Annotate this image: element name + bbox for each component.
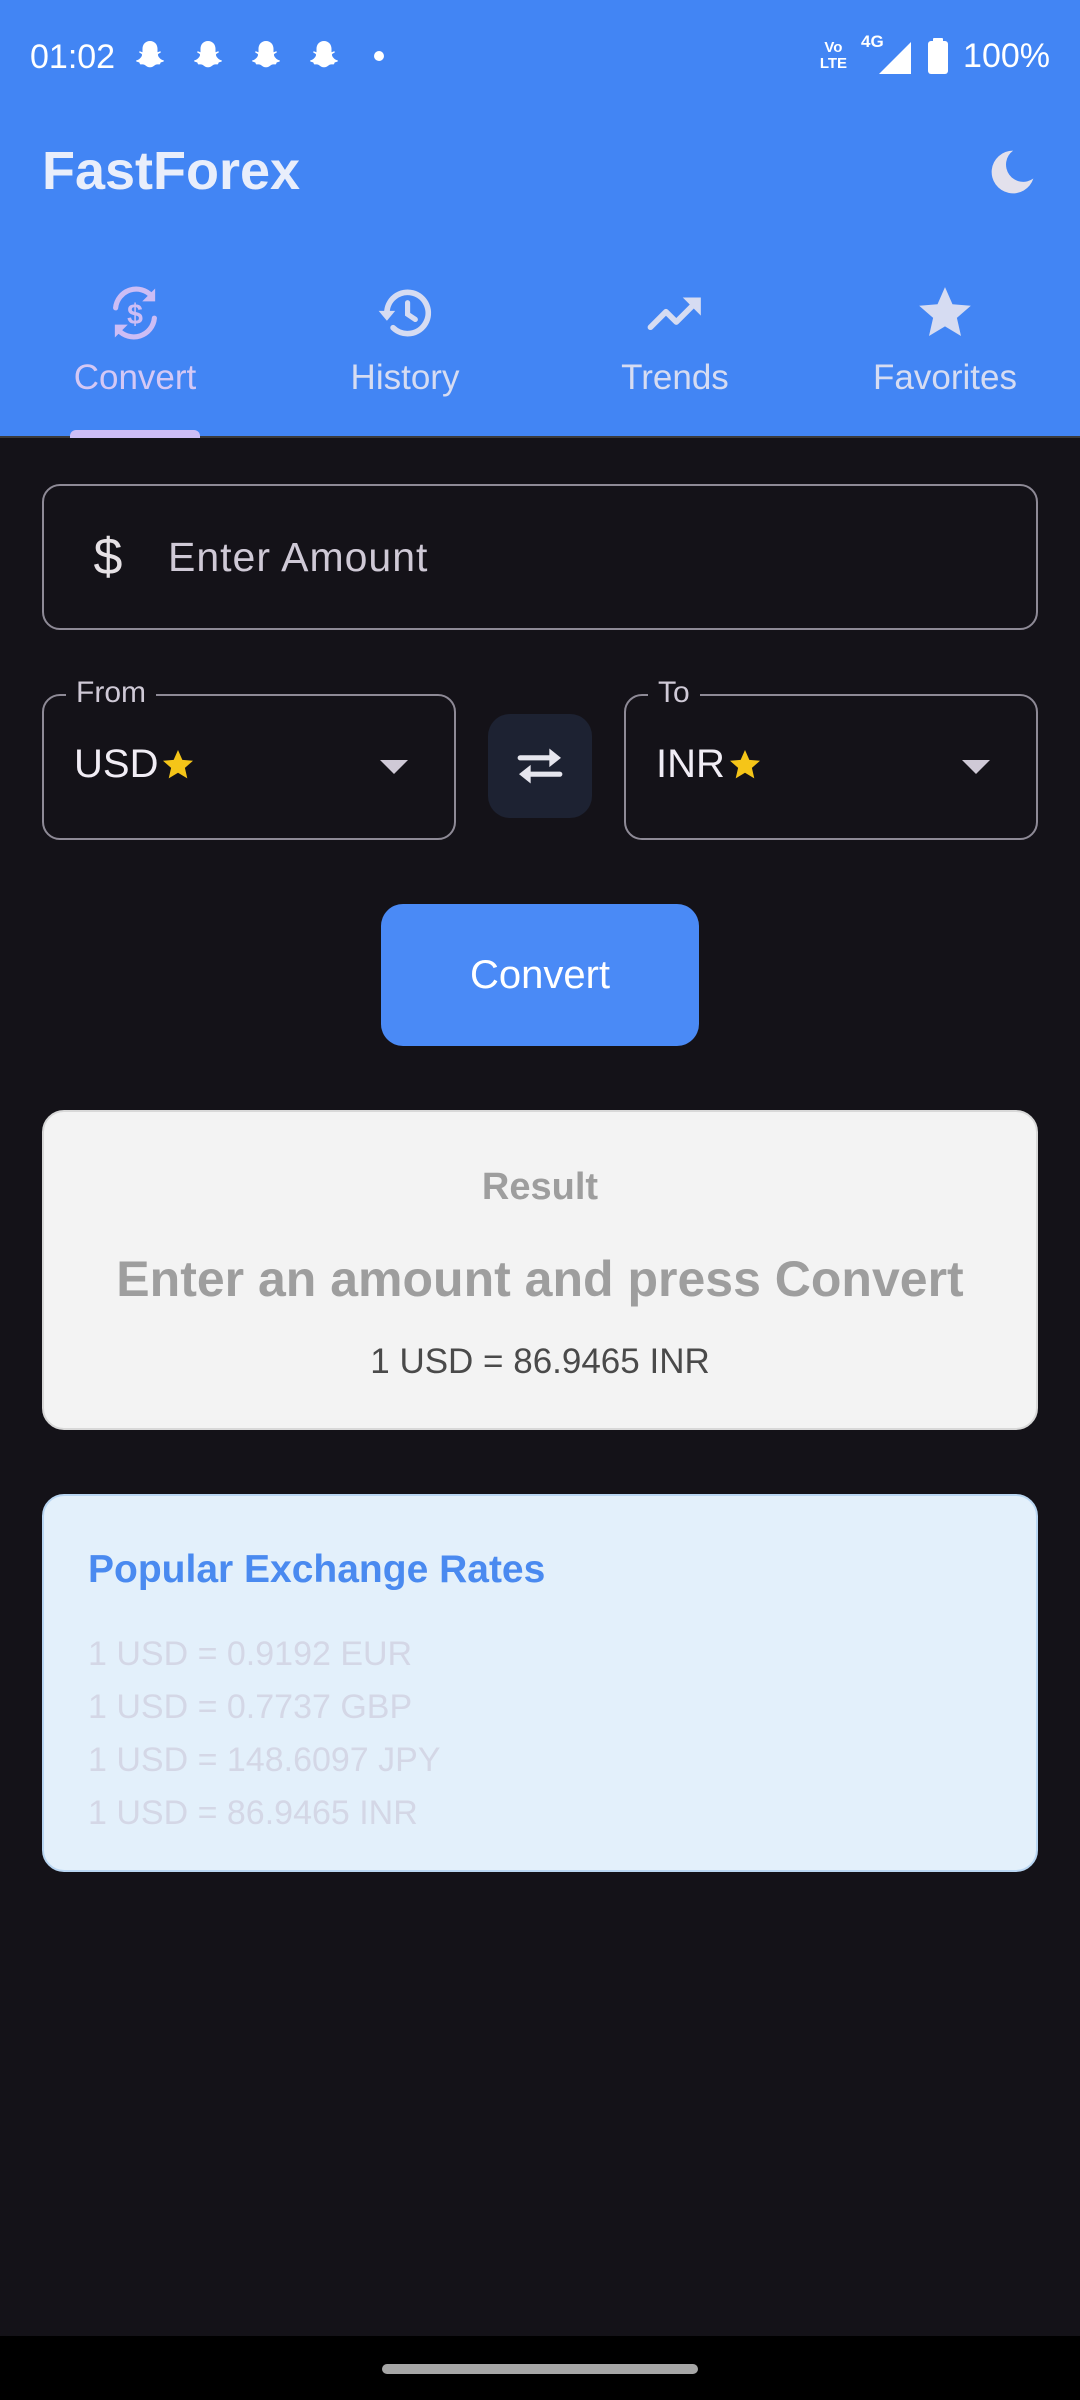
to-currency-code: INR bbox=[656, 742, 725, 786]
star-icon bbox=[919, 287, 971, 336]
volte-indicator: Vo LTE bbox=[819, 39, 848, 72]
from-currency-code: USD bbox=[74, 742, 159, 786]
trending-up-icon bbox=[647, 297, 701, 331]
amount-field[interactable]: $ bbox=[42, 484, 1038, 630]
status-bar: 01:02 Vo LTE 4G 100% bbox=[0, 0, 1080, 116]
to-currency-select[interactable]: To INR bbox=[624, 676, 1038, 840]
result-card: Result Enter an amount and press Convert… bbox=[42, 1110, 1038, 1430]
swap-currencies-button[interactable] bbox=[488, 714, 592, 818]
history-icon bbox=[378, 289, 432, 337]
tab-bar: $ Convert History Trends Favorites bbox=[0, 270, 1080, 438]
battery-icon bbox=[928, 38, 949, 74]
chevron-down-icon bbox=[380, 760, 408, 774]
amount-input[interactable] bbox=[168, 533, 968, 581]
snapchat-icon bbox=[310, 41, 338, 68]
moon-icon bbox=[991, 150, 1034, 194]
network-signal-icon: 4G bbox=[861, 32, 913, 76]
popular-rates-list: 1 USD = 0.9192 EUR 1 USD = 0.7737 GBP 1 … bbox=[88, 1628, 441, 1840]
battery-percent: 100% bbox=[963, 36, 1050, 75]
result-rate: 1 USD = 86.9465 INR bbox=[370, 1342, 710, 1381]
from-label: From bbox=[66, 676, 156, 710]
status-indicators: Vo LTE 4G 100% bbox=[819, 32, 1050, 76]
active-tab-indicator bbox=[70, 430, 200, 438]
more-notifications-dot-icon bbox=[374, 51, 384, 61]
result-value: Enter an amount and press Convert bbox=[116, 1251, 964, 1307]
list-item: 1 USD = 0.7737 GBP bbox=[88, 1688, 413, 1726]
snapchat-icon bbox=[136, 41, 164, 68]
from-currency-value: USD bbox=[74, 742, 196, 787]
list-item: 1 USD = 148.6097 JPY bbox=[88, 1741, 441, 1779]
tab-favorites[interactable]: Favorites bbox=[810, 270, 1080, 438]
favorite-star-icon bbox=[729, 749, 760, 778]
home-gesture-handle[interactable] bbox=[382, 2364, 698, 2374]
to-currency-value: INR bbox=[656, 742, 763, 787]
from-currency-select[interactable]: From USD bbox=[42, 676, 456, 840]
currency-exchange-icon: $ bbox=[113, 286, 157, 340]
notification-icons bbox=[132, 38, 384, 74]
snapchat-icon bbox=[252, 41, 280, 68]
tab-label: History bbox=[350, 358, 460, 397]
favorite-star-icon bbox=[163, 749, 194, 778]
tab-trends[interactable]: Trends bbox=[540, 270, 810, 438]
list-item: 1 USD = 86.9465 INR bbox=[88, 1794, 418, 1832]
list-item: 1 USD = 0.9192 EUR bbox=[88, 1635, 413, 1673]
dollar-icon: $ bbox=[93, 528, 123, 586]
app-header: 01:02 Vo LTE 4G 100% FastForex $ Convert… bbox=[0, 0, 1080, 438]
to-label: To bbox=[648, 676, 700, 710]
snapchat-icon bbox=[194, 41, 222, 68]
tab-history[interactable]: History bbox=[270, 270, 540, 438]
result-label: Result bbox=[481, 1166, 599, 1208]
popular-rates-card: Popular Exchange Rates 1 USD = 0.9192 EU… bbox=[42, 1494, 1038, 1872]
tab-label: Favorites bbox=[873, 358, 1017, 397]
status-time: 01:02 bbox=[30, 38, 116, 76]
svg-text:$: $ bbox=[127, 299, 143, 331]
tab-convert[interactable]: $ Convert bbox=[0, 270, 270, 438]
theme-toggle-button[interactable] bbox=[980, 140, 1044, 204]
network-type-label: 4G bbox=[861, 32, 884, 51]
tab-label: Trends bbox=[621, 358, 729, 397]
tab-label: Convert bbox=[73, 358, 197, 397]
chevron-down-icon bbox=[962, 760, 990, 774]
popular-rates-title: Popular Exchange Rates bbox=[88, 1548, 546, 1591]
app-title: FastForex bbox=[42, 141, 301, 201]
swap-horizontal-icon bbox=[517, 748, 563, 784]
convert-button[interactable]: Convert bbox=[381, 904, 699, 1046]
